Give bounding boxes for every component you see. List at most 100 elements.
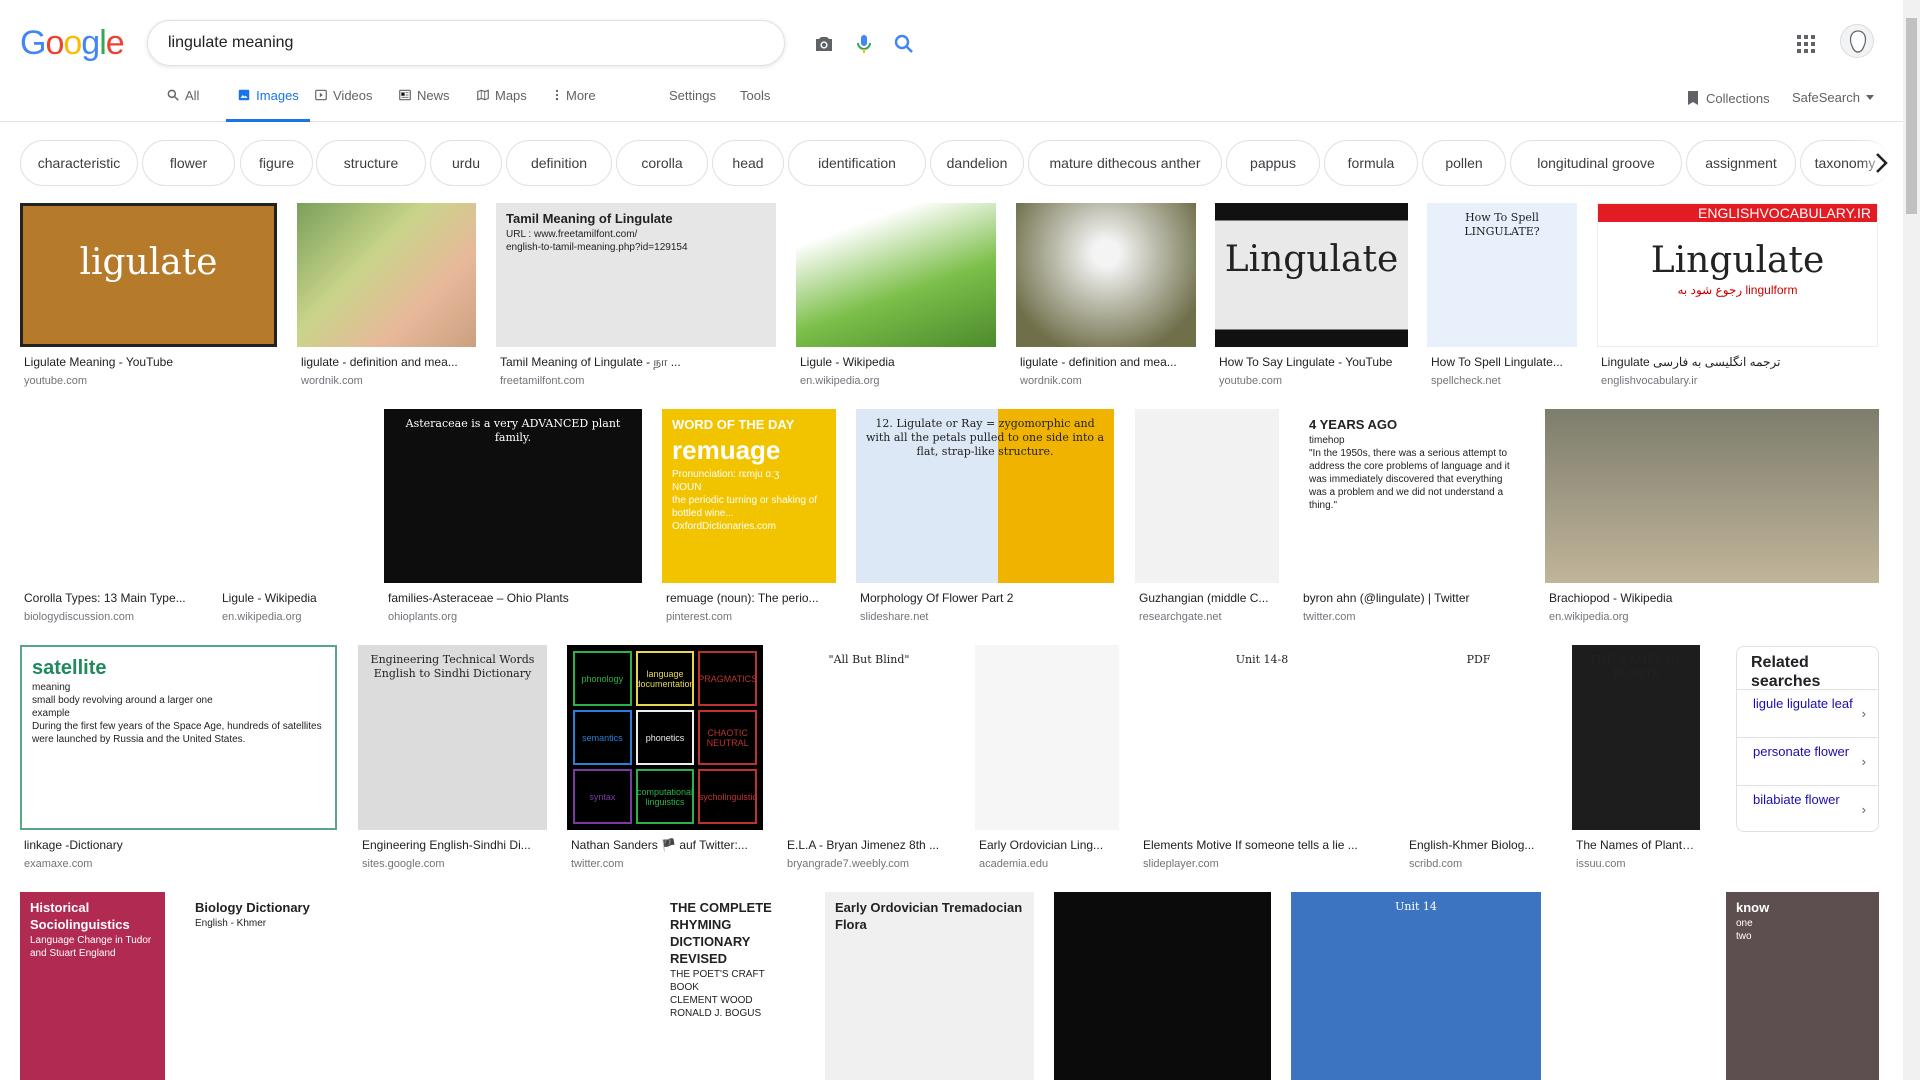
image-thumbnail[interactable]: Early Ordovician Tremadocian Flora xyxy=(825,892,1034,1080)
image-title[interactable]: ligulate - definition and mea... xyxy=(1020,355,1192,369)
image-result[interactable]: Asteraceae is a very ADVANCED plant fami… xyxy=(384,409,642,627)
chip-head[interactable]: head xyxy=(712,140,784,186)
image-source[interactable]: twitter.com xyxy=(571,858,759,870)
account-avatar[interactable] xyxy=(1840,24,1874,58)
image-title[interactable]: Corolla Types: 13 Main Type... xyxy=(24,591,194,605)
chip-structure[interactable]: structure xyxy=(316,140,426,186)
image-thumbnail[interactable]: ligulate xyxy=(20,203,277,347)
image-result[interactable]: ligulate - definition and mea... wordnik.… xyxy=(297,203,476,391)
image-thumbnail[interactable] xyxy=(218,409,363,583)
image-source[interactable]: sites.google.com xyxy=(362,858,543,870)
image-source[interactable]: twitter.com xyxy=(1303,611,1520,623)
tab-tools[interactable]: Tools xyxy=(740,88,770,122)
image-result[interactable]: Lingulate How To Say Lingulate - YouTube y… xyxy=(1215,203,1408,391)
camera-icon[interactable] xyxy=(812,32,836,56)
image-title[interactable]: Early Ordovician Ling... xyxy=(979,838,1115,852)
image-thumbnail[interactable]: Unit 14 xyxy=(1291,892,1541,1080)
image-title[interactable]: Ligule - Wikipedia xyxy=(222,591,359,605)
image-result[interactable]: Ligule - Wikipedia en.wikipedia.org xyxy=(218,409,363,627)
image-result[interactable]: ligulate - definition and mea... wordnik.… xyxy=(1016,203,1196,391)
image-thumbnail[interactable]: ENGLISHVOCABULARY.IR Lingulate رجوع شود به… xyxy=(1597,203,1878,347)
image-thumbnail[interactable]: 12. Ligulate or Ray = zygomorphic and wi… xyxy=(856,409,1114,583)
search-input[interactable] xyxy=(168,31,638,55)
chips-next-button[interactable] xyxy=(1864,143,1900,183)
image-thumbnail[interactable]: 4 YEARS AGO timehop "In the 1950s, there w… xyxy=(1299,409,1524,583)
tab-more[interactable]: More xyxy=(553,88,596,122)
image-result[interactable]: Biology Dictionary English - Khmer xyxy=(185,892,330,1080)
image-title[interactable]: linkage -Dictionary xyxy=(24,838,333,852)
image-title[interactable]: Tamil Meaning of Lingulate - நா ... xyxy=(500,355,772,371)
chip-characteristic[interactable]: characteristic xyxy=(20,140,138,186)
image-thumbnail[interactable] xyxy=(350,892,640,1080)
image-result[interactable]: ENGLISHVOCABULARY.IR Lingulate رجوع شود به… xyxy=(1597,203,1878,391)
chip-mature-dithecous-anther[interactable]: mature dithecous anther xyxy=(1028,140,1222,186)
image-source[interactable]: examaxe.com xyxy=(24,858,333,870)
image-source[interactable]: spellcheck.net xyxy=(1431,375,1573,387)
tab-images[interactable]: Images xyxy=(226,88,310,122)
image-source[interactable]: bryangrade7.weebly.com xyxy=(787,858,951,870)
image-result[interactable]: Early Ordovician Ling... academia.edu xyxy=(975,645,1119,874)
google-logo[interactable]: Google xyxy=(20,24,125,63)
image-title[interactable]: Brachiopod - Wikipedia xyxy=(1549,591,1875,605)
image-result[interactable]: Engineering Technical Words English to S… xyxy=(358,645,547,874)
image-result[interactable]: Corolla Types: 13 Main Type... biologydis… xyxy=(20,409,198,627)
image-thumbnail[interactable] xyxy=(1016,203,1196,347)
tab-all[interactable]: All xyxy=(166,88,199,122)
image-source[interactable]: en.wikipedia.org xyxy=(800,375,992,387)
image-thumbnail[interactable]: Historical Sociolinguistics Language Chan… xyxy=(20,892,165,1080)
image-thumbnail[interactable] xyxy=(1054,892,1271,1080)
search-box[interactable] xyxy=(147,20,913,66)
image-result[interactable]: Unit 14 xyxy=(1291,892,1541,1080)
image-title[interactable]: Lingulate ترجمه انگلیسی به فارسی xyxy=(1601,355,1874,369)
image-source[interactable]: en.wikipedia.org xyxy=(222,611,359,623)
image-thumbnail[interactable]: phonology language documentation PRAGMATIC… xyxy=(567,645,763,830)
chip-flower[interactable]: flower xyxy=(142,140,235,186)
tab-news[interactable]: News xyxy=(398,88,450,122)
image-thumbnail[interactable]: Unit 14-8 xyxy=(1139,645,1385,830)
image-source[interactable]: slideplayer.com xyxy=(1143,858,1381,870)
image-result[interactable] xyxy=(1054,892,1271,1080)
image-thumbnail[interactable]: WORD OF THE DAY remuage Pronunciation: rɛm… xyxy=(662,409,836,583)
image-result[interactable]: phonology language documentation PRAGMATIC… xyxy=(567,645,763,874)
scrollbar-thumb[interactable] xyxy=(1906,18,1917,214)
image-result[interactable]: Guzhangian (middle C... researchgate.net xyxy=(1135,409,1279,627)
image-result[interactable]: Brachiopod - Wikipedia en.wikipedia.org xyxy=(1545,409,1879,627)
microphone-icon[interactable] xyxy=(852,32,876,56)
image-source[interactable]: wordnik.com xyxy=(1020,375,1192,387)
image-source[interactable]: youtube.com xyxy=(24,375,273,387)
image-thumbnail[interactable] xyxy=(20,409,198,583)
image-source[interactable]: issuu.com xyxy=(1576,858,1696,870)
image-thumbnail[interactable]: satellite meaning small body revolving aro… xyxy=(20,645,337,830)
apps-grid-icon[interactable] xyxy=(1794,32,1818,56)
image-source[interactable]: englishvocabulary.ir xyxy=(1601,375,1874,387)
image-result[interactable]: Early Ordovician Tremadocian Flora xyxy=(825,892,1034,1080)
image-result[interactable]: 12. Ligulate or Ray = zygomorphic and wi… xyxy=(856,409,1114,627)
safesearch-button[interactable]: SafeSearch xyxy=(1792,90,1874,105)
image-title[interactable]: families-Asteraceae – Ohio Plants xyxy=(388,591,638,605)
chip-formula[interactable]: formula xyxy=(1324,140,1418,186)
image-source[interactable]: biologydiscussion.com xyxy=(24,611,194,623)
collections-button[interactable]: Collections xyxy=(1686,90,1770,106)
image-thumbnail[interactable]: How To Spell LINGULATE? xyxy=(1427,203,1577,347)
image-result[interactable] xyxy=(350,892,640,1080)
image-thumbnail[interactable]: "All But Blind" xyxy=(783,645,955,830)
image-title[interactable]: Guzhangian (middle C... xyxy=(1139,591,1275,605)
image-source[interactable]: en.wikipedia.org xyxy=(1549,611,1875,623)
chip-dandelion[interactable]: dandelion xyxy=(930,140,1024,186)
image-source[interactable]: slideshare.net xyxy=(860,611,1110,623)
image-thumbnail[interactable] xyxy=(1577,892,1706,1080)
image-source[interactable]: scribd.com xyxy=(1409,858,1548,870)
image-thumbnail[interactable]: THE NAMES OF PLANTS xyxy=(1572,645,1700,830)
image-result[interactable]: Tamil Meaning of Lingulate URL : www.free… xyxy=(496,203,776,391)
image-title[interactable]: Ligule - Wikipedia xyxy=(800,355,992,369)
image-source[interactable]: pinterest.com xyxy=(666,611,832,623)
image-thumbnail[interactable] xyxy=(1135,409,1279,583)
image-result[interactable] xyxy=(1577,892,1706,1080)
image-title[interactable]: Ligulate Meaning - YouTube xyxy=(24,355,273,369)
image-thumbnail[interactable]: Tamil Meaning of Lingulate URL : www.free… xyxy=(496,203,776,347)
image-title[interactable]: ligulate - definition and mea... xyxy=(301,355,472,369)
image-thumbnail[interactable]: PDF xyxy=(1405,645,1552,830)
image-title[interactable]: How To Say Lingulate - YouTube xyxy=(1219,355,1404,369)
image-result[interactable]: Unit 14-8 Elements Motive If someone tell… xyxy=(1139,645,1385,874)
image-source[interactable]: freetamilfont.com xyxy=(500,375,772,387)
